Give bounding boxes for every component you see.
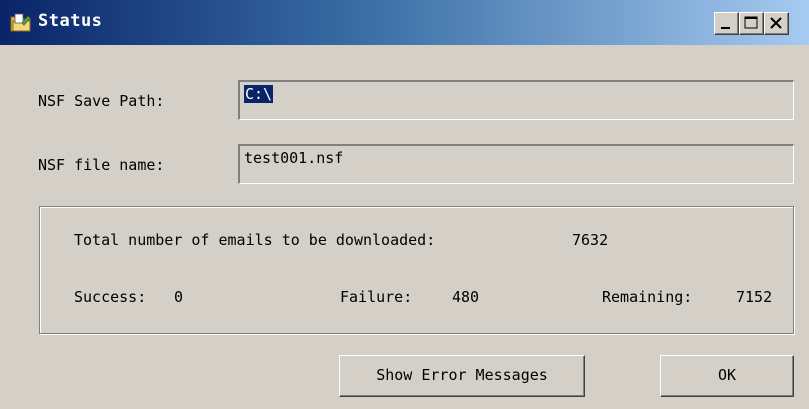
failure-label: Failure: <box>340 288 413 306</box>
remaining-value: 7152 <box>736 288 773 306</box>
title-bar[interactable]: Status <box>0 0 809 45</box>
total-emails-label: Total number of emails to be downloaded: <box>74 231 436 249</box>
file-name-value: test001.nsf <box>244 149 344 167</box>
file-name-label: NSF file name: <box>38 156 165 174</box>
maximize-button[interactable] <box>739 12 764 35</box>
save-path-value: C:\ <box>244 85 274 103</box>
download-stats-group <box>39 206 794 334</box>
close-icon <box>770 17 782 29</box>
status-window: Status NSF Save Path: C:\ NSF file name:… <box>0 0 809 409</box>
failure-value: 480 <box>452 288 480 306</box>
folder-app-icon <box>10 12 32 34</box>
minimize-icon <box>721 27 730 29</box>
minimize-button[interactable] <box>714 12 739 35</box>
window-title: Status <box>38 11 103 31</box>
total-emails-value: 7632 <box>572 231 609 249</box>
save-path-input[interactable]: C:\ <box>238 80 794 120</box>
success-value: 0 <box>174 288 184 306</box>
show-error-messages-button[interactable]: Show Error Messages <box>339 355 585 397</box>
file-name-input[interactable]: test001.nsf <box>238 144 794 184</box>
save-path-label: NSF Save Path: <box>38 92 165 110</box>
maximize-icon <box>744 16 758 29</box>
ok-button[interactable]: OK <box>660 355 794 397</box>
success-label: Success: <box>74 288 147 306</box>
remaining-label: Remaining: <box>602 288 693 306</box>
close-button[interactable] <box>764 12 789 35</box>
